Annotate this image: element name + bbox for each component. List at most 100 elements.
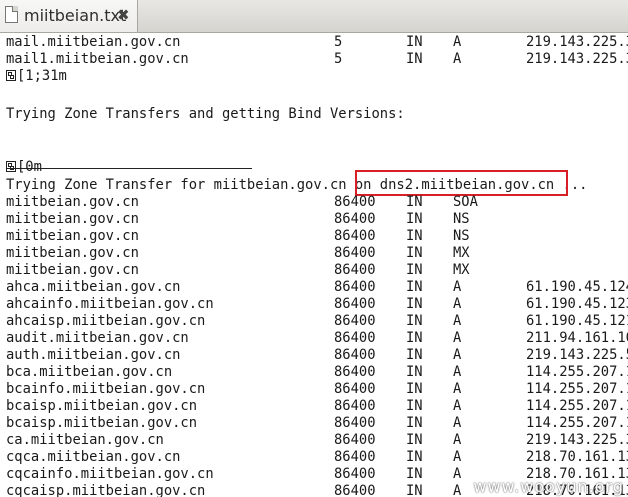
record-hostname: audit.miitbeian.gov.cn — [6, 330, 189, 346]
record-ttl: 86400 — [334, 245, 376, 261]
record-class: IN — [406, 34, 423, 50]
record-type: SOA — [453, 194, 478, 210]
record-type: A — [453, 432, 462, 448]
record-address: 219.143.225.3 — [526, 432, 628, 448]
tab-miitbeian-txt[interactable]: miitbeian.txt ✖ — [0, 0, 138, 33]
record-type: A — [453, 415, 462, 431]
record-ttl: 86400 — [334, 398, 376, 414]
record-hostname: cqca.miitbeian.gov.cn — [6, 449, 181, 465]
control-char-box-icon — [6, 70, 16, 81]
record-type: NS — [453, 228, 470, 244]
record-class: IN — [406, 466, 423, 482]
record-hostname: bcaisp.miitbeian.gov.cn — [6, 415, 198, 431]
record-type: A — [453, 347, 462, 363]
record-hostname: bca.miitbeian.gov.cn — [6, 364, 173, 380]
record-address: 219.143.225.37 — [526, 51, 628, 67]
record-type: A — [453, 51, 462, 67]
record-hostname: miitbeian.gov.cn — [6, 262, 139, 278]
record-address: 211.94.161.10 — [526, 330, 628, 346]
record-class: IN — [406, 364, 423, 380]
record-class: IN — [406, 194, 423, 210]
escape-sequence-line: [0m — [0, 159, 42, 176]
record-address: 218.70.161.13 — [526, 449, 628, 465]
record-hostname: cqcainfo.miitbeian.gov.cn — [6, 466, 214, 482]
record-ttl: 86400 — [334, 483, 376, 497]
record-type: A — [453, 381, 462, 397]
record-class: IN — [406, 51, 423, 67]
record-class: IN — [406, 330, 423, 346]
record-class: IN — [406, 262, 423, 278]
record-hostname: miitbeian.gov.cn — [6, 228, 139, 244]
tab-label: miitbeian.txt — [24, 6, 127, 25]
record-hostname: cqcaisp.miitbeian.gov.cn — [6, 483, 206, 497]
record-ttl: 86400 — [334, 194, 376, 210]
record-address: 114.255.207.1 — [526, 398, 628, 414]
control-char-box-icon — [6, 161, 16, 172]
record-address: 61.190.45.121 — [526, 313, 628, 329]
escape-code: [1;31m — [17, 68, 67, 84]
record-type: A — [453, 330, 462, 346]
record-type: A — [453, 313, 462, 329]
file-icon — [5, 6, 18, 23]
record-type: A — [453, 398, 462, 414]
record-type: A — [453, 279, 462, 295]
record-type: A — [453, 449, 462, 465]
zone-transfer-prefix: Trying Zone Transfer for miitbeian.gov.c… — [6, 177, 380, 193]
record-hostname: ahcaisp.miitbeian.gov.cn — [6, 313, 206, 329]
record-address: 114.255.207.1 — [526, 415, 628, 431]
record-ttl: 5 — [334, 51, 343, 67]
heading-text: Trying Zone Transfers and getting Bind V… — [6, 106, 405, 122]
record-type: MX — [453, 262, 470, 278]
escape-sequence-line: [1;31m — [0, 68, 67, 85]
record-ttl: 86400 — [334, 449, 376, 465]
record-ttl: 86400 — [334, 415, 376, 431]
record-ttl: 86400 — [334, 262, 376, 278]
record-ttl: 86400 — [334, 466, 376, 482]
record-type: A — [453, 364, 462, 380]
escape-code: [0m — [17, 159, 42, 175]
close-icon[interactable]: ✖ — [117, 6, 130, 24]
record-ttl: 86400 — [334, 228, 376, 244]
record-ttl: 86400 — [334, 279, 376, 295]
record-class: IN — [406, 449, 423, 465]
record-hostname: miitbeian.gov.cn — [6, 194, 139, 210]
record-class: IN — [406, 432, 423, 448]
record-hostname: bcaisp.miitbeian.gov.cn — [6, 398, 198, 414]
record-class: IN — [406, 483, 423, 497]
record-type: NS — [453, 211, 470, 227]
record-type: A — [453, 483, 462, 497]
tab-bar: miitbeian.txt ✖ — [0, 0, 628, 33]
highlight-box — [355, 170, 568, 196]
watermark: www.wooyun.org — [473, 477, 624, 496]
record-hostname: mail.miitbeian.gov.cn — [6, 34, 181, 50]
record-address: 61.190.45.124 — [526, 279, 628, 295]
record-hostname: ca.miitbeian.gov.cn — [6, 432, 164, 448]
record-address: 114.255.207.1 — [526, 381, 628, 397]
record-ttl: 86400 — [334, 330, 376, 346]
record-class: IN — [406, 347, 423, 363]
record-ttl: 86400 — [334, 364, 376, 380]
record-ttl: 86400 — [334, 347, 376, 363]
record-class: IN — [406, 398, 423, 414]
record-type: A — [453, 296, 462, 312]
record-ttl: 86400 — [334, 432, 376, 448]
record-address: 61.190.45.123 — [526, 296, 628, 312]
text-editor-content[interactable]: mail.miitbeian.gov.cn 5 IN A 219.143.225.37 m… — [0, 34, 628, 497]
record-hostname: miitbeian.gov.cn — [6, 211, 139, 227]
record-class: IN — [406, 313, 423, 329]
record-ttl: 86400 — [334, 211, 376, 227]
record-class: IN — [406, 296, 423, 312]
record-address: 114.255.207.1 — [526, 364, 628, 380]
record-hostname: auth.miitbeian.gov.cn — [6, 347, 181, 363]
record-class: IN — [406, 245, 423, 261]
record-address: 219.143.225.5 — [526, 347, 628, 363]
record-type: A — [453, 34, 462, 50]
separator-line — [6, 168, 252, 169]
record-ttl: 86400 — [334, 381, 376, 397]
record-type: A — [453, 466, 462, 482]
record-class: IN — [406, 381, 423, 397]
heading-line: Trying Zone Transfers and getting Bind V… — [0, 106, 405, 123]
record-hostname: mail1.miitbeian.gov.cn — [6, 51, 189, 67]
record-hostname: ahca.miitbeian.gov.cn — [6, 279, 181, 295]
record-class: IN — [406, 279, 423, 295]
